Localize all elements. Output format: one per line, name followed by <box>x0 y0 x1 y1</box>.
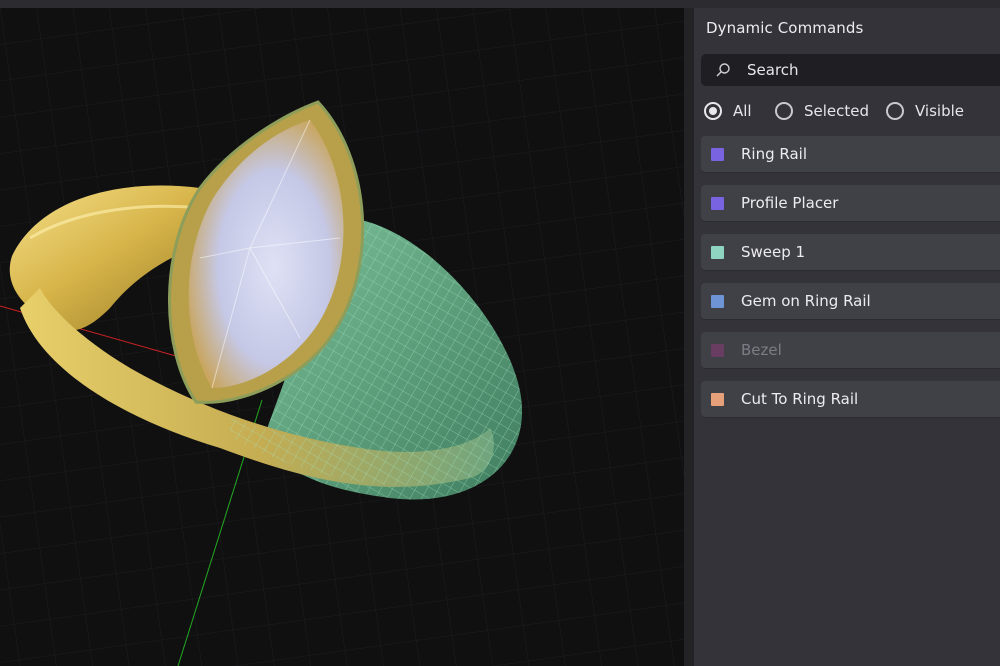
command-item-gem-on-ring-rail[interactable]: Gem on Ring Rail <box>701 283 1000 320</box>
command-item-sweep-1[interactable]: Sweep 1 <box>701 234 1000 271</box>
radio-selected[interactable] <box>775 102 793 120</box>
filter-visible-label: Visible <box>915 102 964 120</box>
filter-selected-label: Selected <box>804 102 870 120</box>
radio-all[interactable] <box>704 102 722 120</box>
search-box[interactable]: Search <box>701 54 1000 86</box>
filter-radio-group: All Selected Visible <box>704 99 1000 123</box>
command-item-cut-to-ring-rail[interactable]: Cut To Ring Rail <box>701 381 1000 418</box>
radio-visible[interactable] <box>886 102 904 120</box>
command-item-profile-placer[interactable]: Profile Placer <box>701 185 1000 222</box>
command-item-bezel[interactable]: Bezel <box>701 332 1000 369</box>
command-color-swatch <box>711 393 724 406</box>
dynamic-commands-panel: Dynamic Commands Search All Selected Vis… <box>694 8 1000 666</box>
panel-title: Dynamic Commands <box>706 19 864 37</box>
3d-viewport[interactable] <box>0 8 684 666</box>
search-placeholder: Search <box>747 61 799 79</box>
ring-model-render <box>0 8 684 666</box>
filter-selected-option[interactable]: Selected <box>775 99 869 123</box>
filter-all-option[interactable]: All <box>704 99 752 123</box>
command-label: Cut To Ring Rail <box>741 390 859 408</box>
command-label: Gem on Ring Rail <box>741 292 871 310</box>
filter-all-label: All <box>733 102 752 120</box>
command-color-swatch <box>711 246 724 259</box>
command-label: Bezel <box>741 341 782 359</box>
search-icon <box>716 63 730 77</box>
command-color-swatch <box>711 148 724 161</box>
command-label: Profile Placer <box>741 194 839 212</box>
command-item-ring-rail[interactable]: Ring Rail <box>701 136 1000 173</box>
top-toolbar-strip <box>0 0 1000 8</box>
command-color-swatch <box>711 344 724 357</box>
command-label: Ring Rail <box>741 145 808 163</box>
panel-splitter[interactable] <box>684 8 694 666</box>
command-label: Sweep 1 <box>741 243 806 261</box>
command-color-swatch <box>711 197 724 210</box>
command-color-swatch <box>711 295 724 308</box>
filter-visible-option[interactable]: Visible <box>886 99 964 123</box>
